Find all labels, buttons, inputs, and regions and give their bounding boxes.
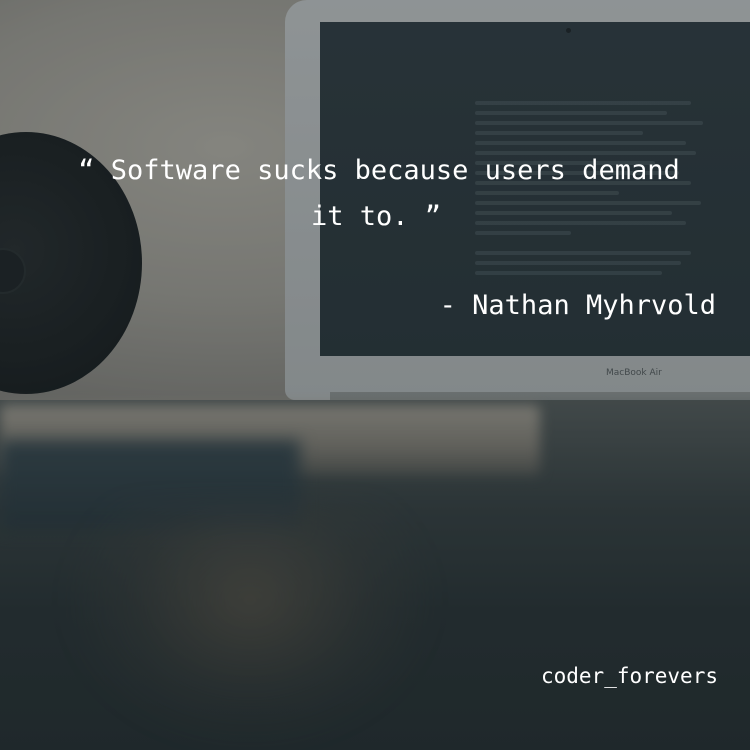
quote-image: MacBook Air “ Software sucks because use… xyxy=(0,0,750,750)
quote-line-1: “ Software sucks because users demand xyxy=(78,155,680,186)
quote-line-2: it to. ” xyxy=(310,201,442,232)
account-handle: coder_forevers xyxy=(540,664,718,688)
quote-text: “ Software sucks because users demand it… xyxy=(0,148,750,240)
quote-author: - Nathan Myhrvold xyxy=(439,290,716,321)
dark-overlay xyxy=(0,0,750,750)
